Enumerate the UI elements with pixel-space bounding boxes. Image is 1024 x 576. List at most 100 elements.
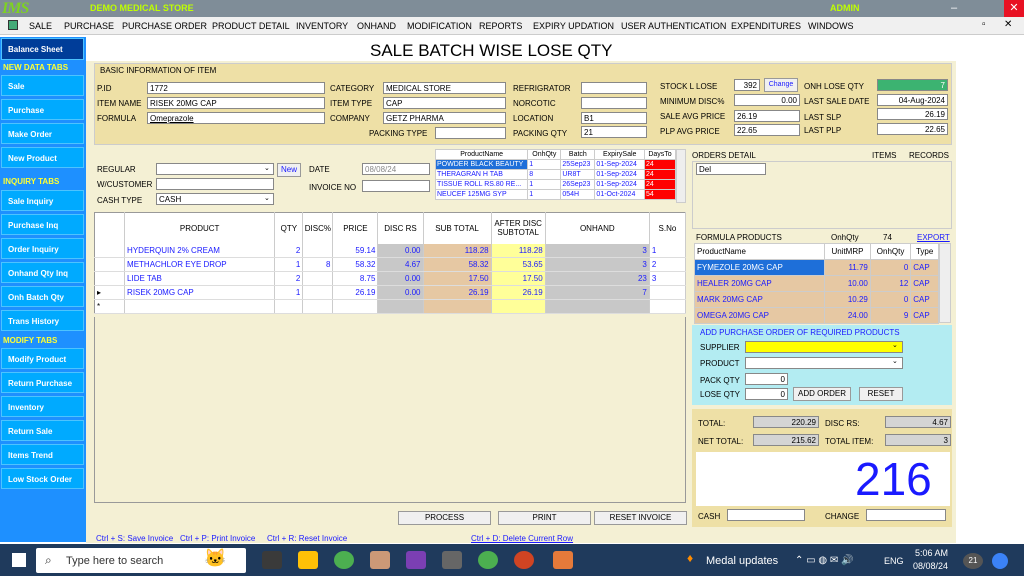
add-order-button[interactable]: ADD ORDER <box>793 387 851 401</box>
cell-product[interactable]: HYDERQUIN 2% CREAM <box>124 243 276 258</box>
sidebar-item-low-stock-order[interactable]: Low Stock Order <box>1 468 84 489</box>
sidebar-item-sale-inquiry[interactable]: Sale Inquiry <box>1 190 84 211</box>
product-select[interactable] <box>745 357 903 369</box>
cell-price[interactable]: 58.32 <box>332 257 379 272</box>
windows-start-icon[interactable] <box>12 553 26 567</box>
date-field[interactable]: 08/08/24 <box>362 163 430 175</box>
app-menu-icon[interactable] <box>8 20 18 30</box>
copilot-icon[interactable] <box>992 553 1008 569</box>
cell-product[interactable] <box>124 299 276 314</box>
row-selector[interactable] <box>94 243 126 258</box>
sidebar-item-sale[interactable]: Sale <box>1 75 84 96</box>
sidebar-item-trans-history[interactable]: Trans History <box>1 310 84 331</box>
menu-expenditures[interactable]: EXPENDITURES <box>731 21 801 31</box>
cell-product[interactable]: RISEK 20MG CAP <box>124 285 276 300</box>
change-button[interactable]: Change <box>764 78 798 92</box>
table-row[interactable]: FYMEZOLE 20MG CAP 11.79 0 CAP <box>694 259 939 276</box>
packing-type-field[interactable] <box>435 127 506 139</box>
menu-user-authentication[interactable]: USER AUTHENTICATION <box>621 21 726 31</box>
menu-reports[interactable]: REPORTS <box>479 21 522 31</box>
table-row[interactable]: TISSUE ROLL RS.80 RE... 1 26Sep23 01-Sep… <box>434 179 676 190</box>
menu-product-detail[interactable]: PRODUCT DETAIL <box>212 21 290 31</box>
table-row[interactable]: HYDERQUIN 2% CREAM 2 59.14 0.00 118.28 1… <box>94 243 687 258</box>
sidebar-item-onh-batch-qty[interactable]: Onh Batch Qty <box>1 286 84 307</box>
reset-invoice-button[interactable]: RESET INVOICE <box>594 511 687 525</box>
menu-expiry-updation[interactable]: EXPIRY UPDATION <box>533 21 614 31</box>
table-row[interactable]: OMEGA 20MG CAP 24.00 9 CAP <box>694 307 939 324</box>
cell-disc[interactable] <box>302 243 334 258</box>
cell-product[interactable]: METHACHLOR EYE DROP <box>124 257 276 272</box>
menu-modification[interactable]: MODIFICATION <box>407 21 472 31</box>
reset-order-button[interactable]: RESET <box>859 387 903 401</box>
company-field[interactable]: GETZ PHARMA <box>383 112 506 124</box>
regular-select[interactable] <box>156 163 274 175</box>
sidebar-item-modify-product[interactable]: Modify Product <box>1 348 84 369</box>
chevron-down-icon[interactable]: ⌄ <box>264 194 270 202</box>
location-field[interactable]: B1 <box>581 112 647 124</box>
cell-disc[interactable] <box>302 285 334 300</box>
language-indicator[interactable]: ENG <box>884 556 904 566</box>
row-selector[interactable] <box>94 271 126 286</box>
sidebar-item-return-purchase[interactable]: Return Purchase <box>1 372 84 393</box>
table-row[interactable]: NEUCEF 125MG SYP 1 054H 01-Oct-2024 54 <box>434 189 676 200</box>
ims-app-icon[interactable] <box>553 551 573 569</box>
menu-sale[interactable]: SALE <box>29 21 52 31</box>
sidebar-item-make-order[interactable]: Make Order <box>1 123 84 144</box>
formula-field[interactable]: Omeprazole <box>147 112 325 124</box>
formula-scrollbar[interactable] <box>939 243 951 323</box>
new-customer-button[interactable]: New <box>277 163 301 177</box>
cell-qty[interactable]: 1 <box>274 257 304 272</box>
pack-qty-field[interactable]: 0 <box>745 373 788 385</box>
category-field[interactable]: MEDICAL STORE <box>383 82 506 94</box>
visual-studio-icon[interactable] <box>406 551 426 569</box>
cell-qty[interactable] <box>274 299 304 314</box>
cell-disc[interactable] <box>302 299 334 314</box>
del-field[interactable]: Del <box>696 163 766 175</box>
cash-type-select[interactable]: CASH <box>156 193 274 205</box>
wcustomer-field[interactable] <box>156 178 274 190</box>
task-view-icon[interactable] <box>262 551 282 569</box>
cell-price[interactable]: 8.75 <box>332 271 379 286</box>
cash-field[interactable] <box>727 509 805 521</box>
cell-price[interactable]: 59.14 <box>332 243 379 258</box>
item-type-field[interactable]: CAP <box>383 97 506 109</box>
cell-product[interactable]: LIDE TAB <box>124 271 276 286</box>
clock-date[interactable]: 08/08/24 <box>913 561 948 571</box>
sidebar-item-new-product[interactable]: New Product <box>1 147 84 168</box>
cell-disc[interactable] <box>302 271 334 286</box>
sidebar-item-onhand-qty-inq[interactable]: Onhand Qty Inq <box>1 262 84 283</box>
close-button[interactable]: ✕ <box>1004 0 1024 17</box>
print-button[interactable]: PRINT <box>498 511 591 525</box>
last-sale-date-field[interactable]: 04-Aug-2024 <box>877 94 948 106</box>
sidebar-item-inventory[interactable]: Inventory <box>1 396 84 417</box>
chrome-icon[interactable] <box>334 551 354 569</box>
min-disc-field[interactable]: 0.00 <box>734 94 800 106</box>
close-child-icon[interactable]: ✕ <box>1004 19 1012 30</box>
table-row[interactable]: ▸ RISEK 20MG CAP 1 26.19 0.00 26.19 26.1… <box>94 285 687 300</box>
sidebar-item-purchase[interactable]: Purchase <box>1 99 84 120</box>
powerpoint-icon[interactable] <box>514 551 534 569</box>
menu-purchase-order[interactable]: PURCHASE ORDER <box>122 21 207 31</box>
minimize-button[interactable]: – <box>944 0 964 17</box>
stock-l-lose-field[interactable]: 392 <box>734 79 760 91</box>
cell-qty[interactable]: 1 <box>274 285 304 300</box>
notification-badge[interactable]: 21 <box>963 553 983 569</box>
pid-field[interactable]: 1772 <box>147 82 325 94</box>
last-slp-field[interactable]: 26.19 <box>877 108 948 120</box>
sidebar-item-return-sale[interactable]: Return Sale <box>1 420 84 441</box>
table-row-new[interactable]: * <box>94 299 687 314</box>
sale-avg-price-field[interactable]: 26.19 <box>734 110 800 122</box>
tray-icons[interactable]: ⌃ ▭ ◍ ✉ 🔊 <box>795 555 854 566</box>
restore-icon[interactable]: ▫ <box>982 19 986 30</box>
sidebar-item-items-trend[interactable]: Items Trend <box>1 444 84 465</box>
row-selector[interactable] <box>94 257 126 272</box>
app-icon[interactable] <box>442 551 462 569</box>
export-link[interactable]: EXPORT <box>917 233 950 242</box>
cell-disc[interactable]: 8 <box>302 257 334 272</box>
cell-price[interactable] <box>332 299 379 314</box>
medal-updates[interactable]: Medal updates <box>706 555 778 567</box>
table-row[interactable]: LIDE TAB 2 8.75 0.00 17.50 17.50 23 3 <box>94 271 687 286</box>
item-name-field[interactable]: RISEK 20MG CAP <box>147 97 325 109</box>
chrome-icon[interactable] <box>478 551 498 569</box>
menu-purchase[interactable]: PURCHASE <box>64 21 114 31</box>
